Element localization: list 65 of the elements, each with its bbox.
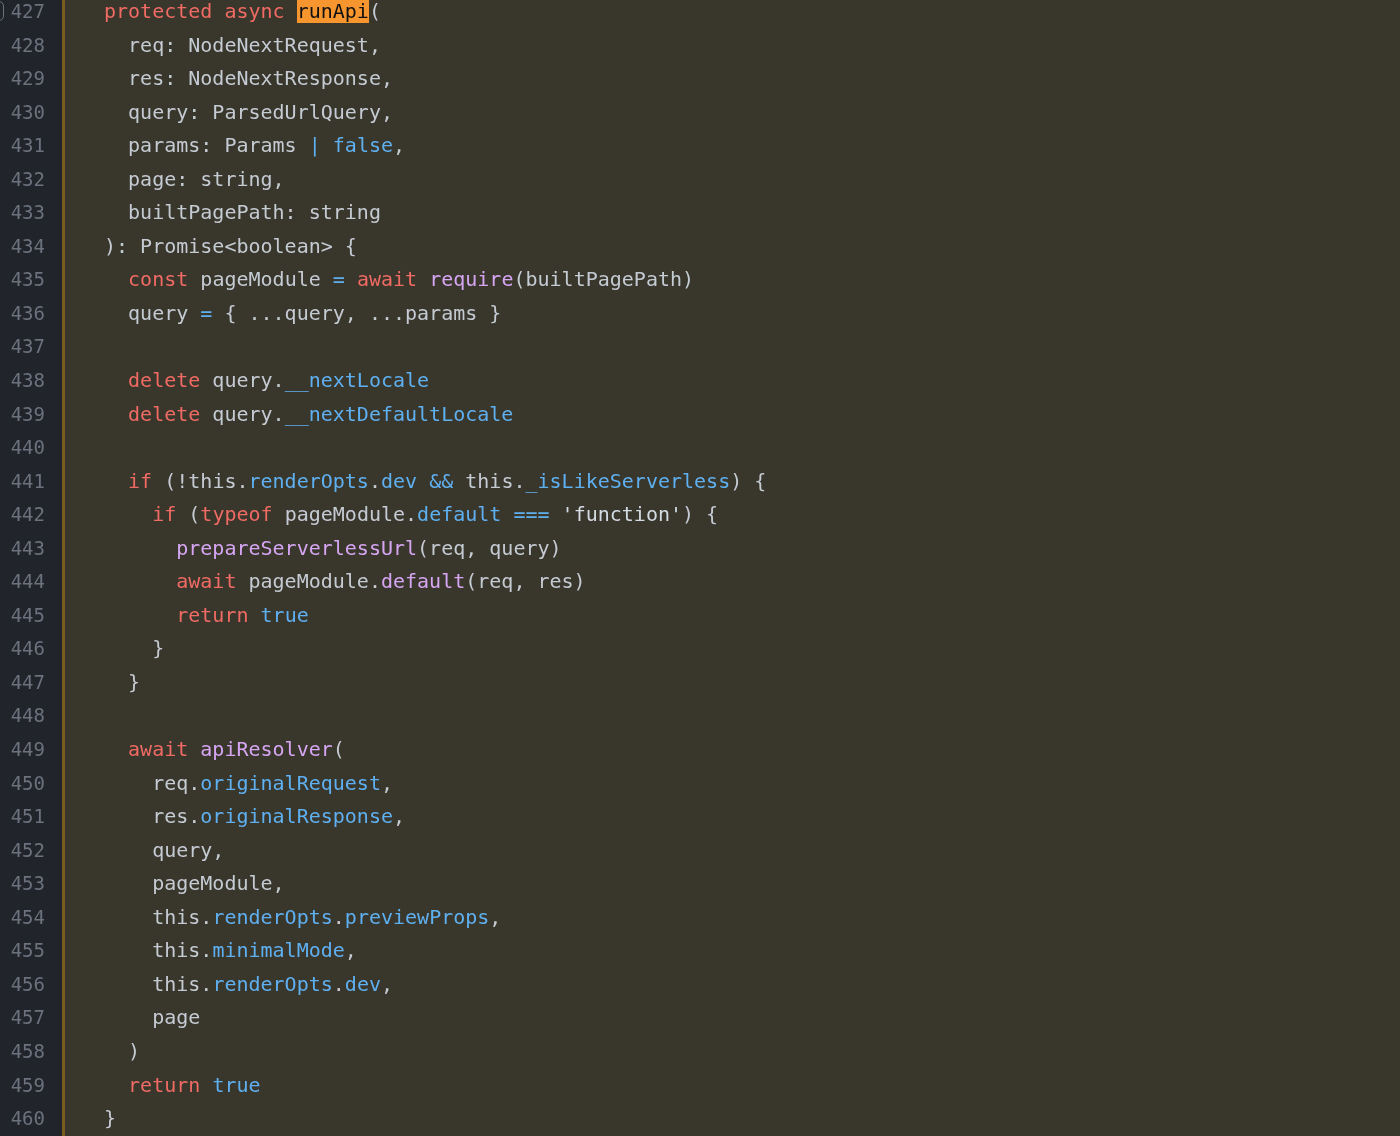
line-number: 454 bbox=[10, 904, 45, 930]
line-number: 431 bbox=[10, 133, 45, 159]
line-number: 451 bbox=[10, 804, 45, 830]
code-line: if (!this.renderOpts.dev && this._isLikeServerless) { bbox=[127, 468, 767, 493]
line-number: 447 bbox=[10, 669, 45, 695]
line-number: 457 bbox=[10, 1005, 45, 1031]
code-line: return true bbox=[175, 602, 309, 627]
code-line: await pageModule.default(req, res) bbox=[175, 569, 586, 594]
code-line: res.originalResponse, bbox=[151, 804, 406, 829]
line-number: 439 bbox=[10, 401, 45, 427]
line-number: 436 bbox=[10, 300, 45, 326]
line-number: 450 bbox=[10, 770, 45, 796]
code-line: req.originalRequest, bbox=[151, 770, 393, 795]
code-line: return true bbox=[127, 1072, 261, 1097]
line-number: 444 bbox=[10, 569, 45, 595]
code-line: this.minimalMode, bbox=[151, 938, 357, 963]
line-number: 456 bbox=[10, 971, 45, 997]
code-line: this.renderOpts.dev, bbox=[151, 971, 393, 996]
line-number: 441 bbox=[10, 468, 45, 494]
code-line: prepareServerlessUrl(req, query) bbox=[175, 535, 562, 560]
code-line: if (typeof pageModule.default === 'function') { bbox=[151, 502, 719, 527]
line-number: 446 bbox=[10, 636, 45, 662]
code-line: delete query.__nextDefaultLocale bbox=[127, 401, 514, 426]
line-number: 460 bbox=[10, 1106, 45, 1132]
code-line: req: NodeNextRequest, bbox=[127, 32, 381, 57]
line-number: 437 bbox=[10, 334, 45, 360]
line-number: 428 bbox=[10, 32, 45, 58]
line-number: 442 bbox=[10, 502, 45, 528]
line-number: 452 bbox=[10, 837, 45, 863]
line-number: 434 bbox=[10, 233, 45, 259]
line-number: 455 bbox=[10, 938, 45, 964]
code-line: protected async runApi( bbox=[104, 0, 381, 23]
code-line: ) bbox=[127, 1038, 141, 1063]
line-number: 433 bbox=[10, 200, 45, 226]
code-line: const pageModule = await require(builtPagePath) bbox=[127, 267, 695, 292]
line-number: 435 bbox=[10, 267, 45, 293]
line-number: 453 bbox=[10, 871, 45, 897]
code-line: } bbox=[127, 669, 141, 694]
line-number: 427 bbox=[10, 0, 45, 24]
line-number: 440 bbox=[10, 435, 45, 461]
code-line: query, bbox=[151, 837, 225, 862]
code-line: await apiResolver( bbox=[127, 737, 345, 762]
line-number: 449 bbox=[10, 737, 45, 763]
line-number: 429 bbox=[10, 66, 45, 92]
line-number: 459 bbox=[10, 1072, 45, 1098]
code-line: params: Params | false, bbox=[127, 133, 406, 158]
code-line: res: NodeNextResponse, bbox=[127, 66, 393, 91]
code-line: page bbox=[151, 1005, 201, 1030]
line-number: 430 bbox=[10, 99, 45, 125]
line-number: 448 bbox=[10, 703, 45, 729]
line-number: 443 bbox=[10, 535, 45, 561]
code-line: query = { ...query, ...params } bbox=[127, 300, 502, 325]
code-line: pageModule, bbox=[151, 871, 285, 896]
code-line: delete query.__nextLocale bbox=[127, 368, 430, 392]
line-number: 432 bbox=[10, 166, 45, 192]
code-line: ): Promise<boolean> { bbox=[104, 233, 357, 258]
line-number: 458 bbox=[10, 1038, 45, 1064]
code-line: query: ParsedUrlQuery, bbox=[127, 99, 393, 124]
line-number: 438 bbox=[10, 368, 45, 393]
code-line: this.renderOpts.previewProps, bbox=[151, 904, 502, 929]
code-line: builtPagePath: string bbox=[127, 200, 381, 225]
line-number: 445 bbox=[10, 602, 45, 628]
code-line: } bbox=[104, 1106, 117, 1131]
code-line: } bbox=[151, 636, 165, 661]
code-line: page: string, bbox=[127, 166, 285, 191]
